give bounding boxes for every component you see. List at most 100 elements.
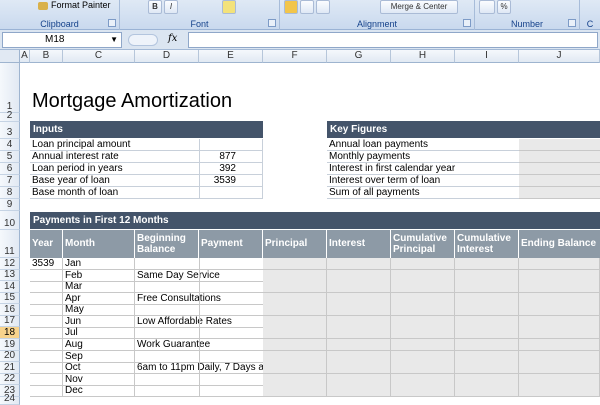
chevron-down-icon[interactable]: ▼ bbox=[110, 33, 118, 47]
cell-value[interactable] bbox=[263, 270, 327, 281]
cell-value[interactable] bbox=[327, 316, 391, 327]
row-header-selected[interactable]: 18 bbox=[0, 327, 20, 339]
cell-value[interactable] bbox=[455, 316, 519, 327]
key-figure-value[interactable] bbox=[519, 139, 600, 151]
cell-month[interactable]: Oct bbox=[63, 362, 135, 373]
cell-value[interactable] bbox=[263, 351, 327, 362]
cell-year[interactable] bbox=[30, 304, 63, 315]
fill-color-button[interactable] bbox=[222, 0, 236, 14]
cell-value[interactable] bbox=[455, 351, 519, 362]
column-header-c[interactable]: C bbox=[63, 50, 135, 63]
row-header[interactable]: 15 bbox=[0, 292, 20, 304]
cell-value[interactable] bbox=[391, 270, 455, 281]
cell-value[interactable] bbox=[391, 281, 455, 292]
align-left-icon[interactable] bbox=[284, 0, 298, 14]
cell-value[interactable] bbox=[391, 385, 455, 396]
name-box[interactable]: M18 ▼ bbox=[2, 32, 122, 48]
cell-year[interactable] bbox=[30, 351, 63, 362]
key-figure-value[interactable] bbox=[519, 175, 600, 187]
cell-year[interactable]: 3539 bbox=[30, 258, 63, 269]
bold-button[interactable]: B bbox=[148, 0, 162, 14]
base-year-cell[interactable]: 3539 bbox=[199, 175, 263, 187]
cell-value[interactable] bbox=[455, 339, 519, 350]
cell-value[interactable] bbox=[455, 362, 519, 373]
key-figure-value[interactable] bbox=[519, 151, 600, 163]
cell-year[interactable] bbox=[30, 385, 63, 396]
italic-button[interactable]: I bbox=[164, 0, 178, 14]
cell-value[interactable] bbox=[455, 374, 519, 385]
row-header[interactable]: 2 bbox=[0, 110, 20, 122]
cell-value[interactable] bbox=[455, 304, 519, 315]
cell-value[interactable] bbox=[519, 351, 600, 362]
number-launcher-icon[interactable] bbox=[568, 19, 576, 27]
row-header[interactable]: 3 bbox=[0, 122, 20, 139]
cell-value[interactable] bbox=[327, 385, 391, 396]
format-painter-button[interactable]: Format Painter bbox=[38, 0, 111, 10]
cell-value[interactable] bbox=[263, 362, 327, 373]
cell-value[interactable] bbox=[519, 374, 600, 385]
cell-value[interactable] bbox=[263, 304, 327, 315]
cell-year[interactable] bbox=[30, 374, 63, 385]
merge-center-button[interactable]: Merge & Center bbox=[380, 0, 458, 14]
font-launcher-icon[interactable] bbox=[268, 19, 276, 27]
cell-value[interactable] bbox=[519, 339, 600, 350]
percent-button[interactable]: % bbox=[497, 0, 511, 14]
cell-year[interactable] bbox=[30, 293, 63, 304]
cell-value[interactable] bbox=[519, 270, 600, 281]
cell-value[interactable] bbox=[263, 385, 327, 396]
cell-value[interactable] bbox=[327, 339, 391, 350]
cell-value[interactable] bbox=[263, 339, 327, 350]
cell-value[interactable] bbox=[519, 281, 600, 292]
column-header-h[interactable]: H bbox=[391, 50, 455, 63]
key-figure-value[interactable] bbox=[519, 163, 600, 175]
cell-value[interactable] bbox=[391, 258, 455, 269]
clipboard-launcher-icon[interactable] bbox=[108, 19, 116, 27]
row-header[interactable]: 20 bbox=[0, 350, 20, 362]
column-header-g[interactable]: G bbox=[327, 50, 391, 63]
column-header-b[interactable]: B bbox=[30, 50, 63, 63]
cell-value[interactable] bbox=[327, 293, 391, 304]
row-header[interactable]: 13 bbox=[0, 269, 20, 281]
cell-month[interactable]: May bbox=[63, 304, 135, 315]
cell-month[interactable]: Aug bbox=[63, 339, 135, 350]
cell-value[interactable] bbox=[519, 362, 600, 373]
formula-bar-splitter[interactable] bbox=[128, 34, 158, 46]
interest-rate-cell[interactable]: 877 bbox=[199, 151, 263, 163]
row-header[interactable]: 6 bbox=[0, 163, 20, 175]
cell-year[interactable] bbox=[30, 281, 63, 292]
cell-value[interactable] bbox=[391, 327, 455, 338]
cell-value[interactable] bbox=[327, 270, 391, 281]
loan-principal-cell[interactable] bbox=[199, 139, 263, 151]
row-header[interactable]: 22 bbox=[0, 373, 20, 385]
cell-value[interactable] bbox=[327, 304, 391, 315]
cell-month[interactable]: Feb bbox=[63, 270, 135, 281]
key-figure-value[interactable] bbox=[519, 187, 600, 199]
cell-year[interactable] bbox=[30, 327, 63, 338]
select-all-corner[interactable] bbox=[0, 50, 20, 63]
cell-value[interactable] bbox=[391, 304, 455, 315]
align-center-icon[interactable] bbox=[300, 0, 314, 14]
cell-value[interactable] bbox=[327, 258, 391, 269]
cell-value[interactable] bbox=[263, 258, 327, 269]
column-header-e[interactable]: E bbox=[199, 50, 263, 63]
cell-value[interactable] bbox=[327, 281, 391, 292]
cell-year[interactable] bbox=[30, 362, 63, 373]
cell-year[interactable] bbox=[30, 270, 63, 281]
cell-value[interactable] bbox=[519, 316, 600, 327]
cell-value[interactable] bbox=[391, 316, 455, 327]
alignment-launcher-icon[interactable] bbox=[463, 19, 471, 27]
column-header-i[interactable]: I bbox=[455, 50, 519, 63]
column-header-d[interactable]: D bbox=[135, 50, 199, 63]
cell-value[interactable] bbox=[519, 304, 600, 315]
cell-value[interactable] bbox=[263, 293, 327, 304]
cell-value[interactable] bbox=[455, 258, 519, 269]
currency-icon[interactable] bbox=[479, 0, 495, 14]
cell-value[interactable] bbox=[519, 385, 600, 396]
cell-value[interactable] bbox=[391, 339, 455, 350]
cell-value[interactable] bbox=[263, 374, 327, 385]
cell-year[interactable] bbox=[30, 339, 63, 350]
cell-month[interactable]: Jul bbox=[63, 327, 135, 338]
cell-value[interactable] bbox=[455, 293, 519, 304]
cell-value[interactable] bbox=[327, 327, 391, 338]
row-header[interactable]: 10 bbox=[0, 211, 20, 230]
